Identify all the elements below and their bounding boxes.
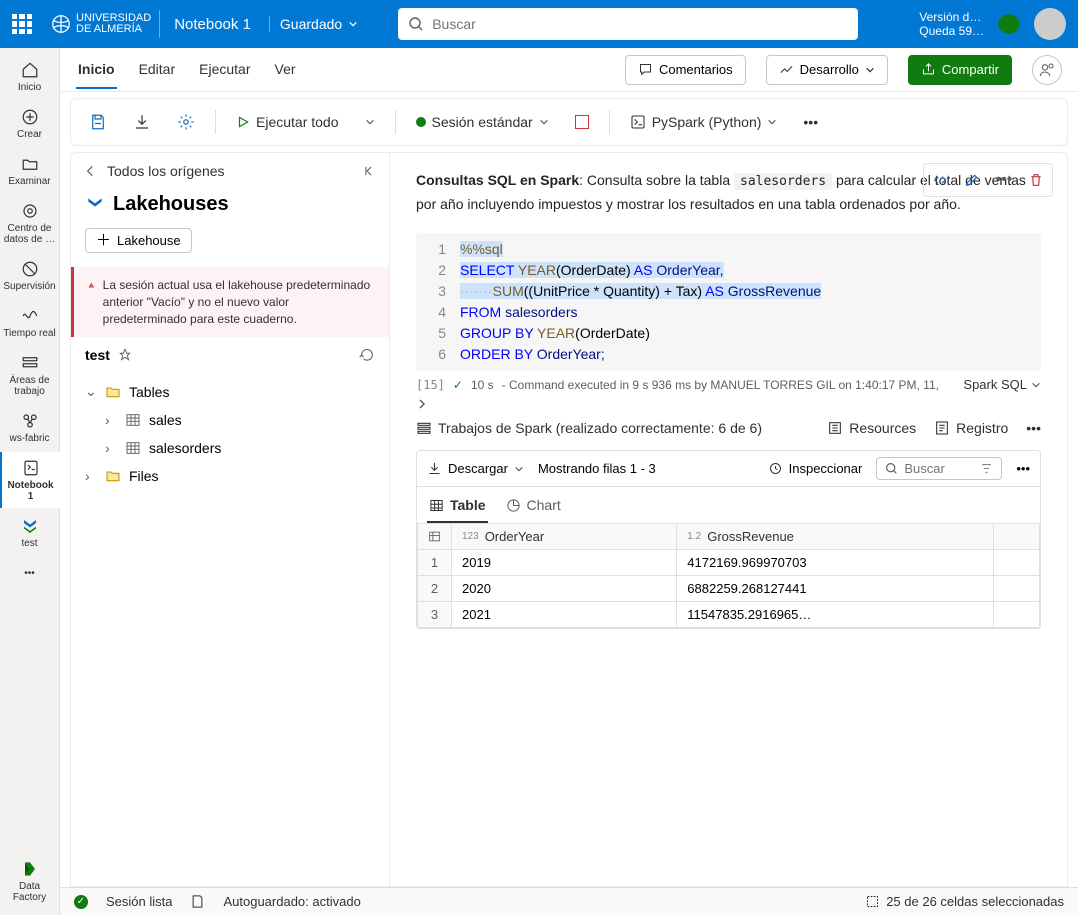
folder-icon	[105, 384, 121, 400]
rail-create[interactable]: Crear	[0, 101, 60, 146]
rail-browse[interactable]: Examinar	[0, 148, 60, 193]
cell-more-icon[interactable]: •••	[990, 166, 1018, 194]
cell-code-icon[interactable]	[926, 166, 954, 194]
filter-icon[interactable]	[980, 462, 993, 475]
tab-view[interactable]: Ver	[273, 51, 298, 89]
output-more[interactable]: •••	[1026, 420, 1041, 436]
rail-monitor[interactable]: Supervisión	[0, 253, 60, 298]
log-tab[interactable]: Registro	[934, 420, 1008, 436]
back-arrow-icon[interactable]	[83, 163, 99, 179]
kernel-select[interactable]: PySpark (Python)	[624, 110, 784, 134]
org-logo: UNIVERSIDADDE ALMERÍA	[42, 10, 160, 38]
folder-icon	[105, 468, 121, 484]
rail-more[interactable]: •••	[0, 557, 60, 589]
table-row[interactable]: 220206882259.268127441	[418, 576, 1040, 602]
check-icon: ✓	[453, 378, 463, 392]
develop-button[interactable]: Desarrollo	[766, 55, 888, 85]
comments-button[interactable]: Comentarios	[625, 55, 746, 85]
tree-files[interactable]: ›Files	[79, 462, 381, 490]
save-icon[interactable]	[83, 109, 113, 135]
code-block[interactable]: 1%%sql 2SELECT YEAR(OrderDate) AS OrderY…	[416, 233, 1041, 371]
app-launcher-icon[interactable]	[12, 14, 32, 34]
table-row[interactable]: 3202111547835.2916965…	[418, 602, 1040, 628]
cell-edit-icon[interactable]	[958, 166, 986, 194]
global-search[interactable]	[398, 8, 858, 40]
cell-language[interactable]: Spark SQL	[963, 377, 1041, 392]
trial-status[interactable]: Versión d…Queda 59…	[919, 10, 984, 39]
document-title[interactable]: Notebook 1	[170, 16, 251, 33]
expand-output-icon[interactable]	[416, 398, 428, 410]
results-table: 123OrderYear 1.2GrossRevenue 12019417216…	[417, 523, 1040, 628]
exec-message: - Command executed in 9 s 936 ms by MANU…	[502, 378, 939, 392]
rail-realtime[interactable]: Tiempo real	[0, 300, 60, 345]
tab-run[interactable]: Ejecutar	[197, 51, 252, 89]
collapse-panel-icon[interactable]	[363, 164, 377, 178]
user-avatar[interactable]	[1034, 8, 1066, 40]
settings-icon[interactable]	[171, 109, 201, 135]
results-search[interactable]	[876, 457, 1002, 480]
tab-home[interactable]: Inicio	[76, 51, 117, 89]
rail-notebook[interactable]: Notebook 1	[0, 452, 60, 508]
resources-tab[interactable]: Resources	[827, 420, 916, 436]
save-icon	[190, 894, 205, 909]
table-icon	[125, 412, 141, 428]
breadcrumb[interactable]: Todos los orígenes	[107, 163, 225, 179]
stop-button[interactable]	[569, 111, 595, 133]
results-more[interactable]: •••	[1016, 461, 1030, 476]
global-search-input[interactable]	[432, 16, 848, 32]
save-status[interactable]: Guardado	[269, 16, 368, 32]
warning-icon	[88, 277, 95, 293]
cell-delete-icon[interactable]	[1022, 166, 1050, 194]
tree-table-salesorders[interactable]: ›salesorders	[79, 434, 381, 462]
cell-toolbar: •••	[923, 163, 1053, 197]
spark-jobs[interactable]: Trabajos de Spark (realizado correctamen…	[416, 420, 762, 436]
status-ok-icon: ✓	[74, 895, 88, 909]
session-status[interactable]: Sesión estándar	[410, 110, 555, 134]
download-results[interactable]: Descargar	[427, 461, 524, 476]
warning-banner: La sesión actual usa el lakehouse predet…	[71, 267, 389, 337]
tab-edit[interactable]: Editar	[137, 51, 178, 89]
tree-table-sales[interactable]: ›sales	[79, 406, 381, 434]
help-icon[interactable]	[996, 11, 1022, 37]
run-all-dropdown[interactable]	[359, 113, 381, 131]
add-lakehouse-button[interactable]: ＋Lakehouse	[85, 228, 192, 253]
results-tab-table[interactable]: Table	[427, 493, 488, 523]
toolbar-more[interactable]: •••	[797, 110, 824, 134]
exec-time: 10 s	[471, 378, 494, 392]
download-icon[interactable]	[127, 109, 157, 135]
refresh-icon[interactable]	[359, 347, 375, 363]
pin-icon[interactable]	[118, 348, 132, 362]
inspect-button[interactable]: Inspeccionar	[768, 461, 863, 476]
notebook-toolbar: Ejecutar todo Sesión estándar PySpark (P…	[70, 98, 1068, 146]
selection-icon	[865, 894, 880, 909]
autosave-status: Autoguardado: activado	[223, 894, 360, 909]
share-button[interactable]: Compartir	[908, 55, 1012, 85]
session-status: Sesión lista	[106, 894, 172, 909]
cells-selected: 25 de 26 celdas seleccionadas	[886, 894, 1064, 909]
rail-test[interactable]: test	[0, 510, 60, 555]
rows-showing: Mostrando filas 1 - 3	[538, 461, 656, 476]
lakehouse-icon	[85, 195, 105, 215]
current-lakehouse[interactable]: test	[85, 347, 110, 363]
rail-workspaces[interactable]: Áreas de trabajo	[0, 347, 60, 403]
tree-tables[interactable]: ⌄Tables	[79, 377, 381, 406]
table-icon	[428, 530, 441, 543]
run-all-button[interactable]: Ejecutar todo	[230, 110, 345, 134]
table-icon	[125, 440, 141, 456]
rail-onelake[interactable]: Centro de datos de …	[0, 195, 60, 251]
rail-home[interactable]: Inicio	[0, 54, 60, 99]
explorer-title: Lakehouses	[71, 189, 389, 220]
results-tab-chart[interactable]: Chart	[504, 493, 563, 523]
rail-wsfabric[interactable]: ws-fabric	[0, 405, 60, 450]
table-row[interactable]: 120194172169.969970703	[418, 550, 1040, 576]
rail-experience[interactable]: Data Factory	[0, 853, 60, 909]
copilot-button[interactable]	[1032, 55, 1062, 85]
exec-index: [15]	[416, 378, 445, 392]
